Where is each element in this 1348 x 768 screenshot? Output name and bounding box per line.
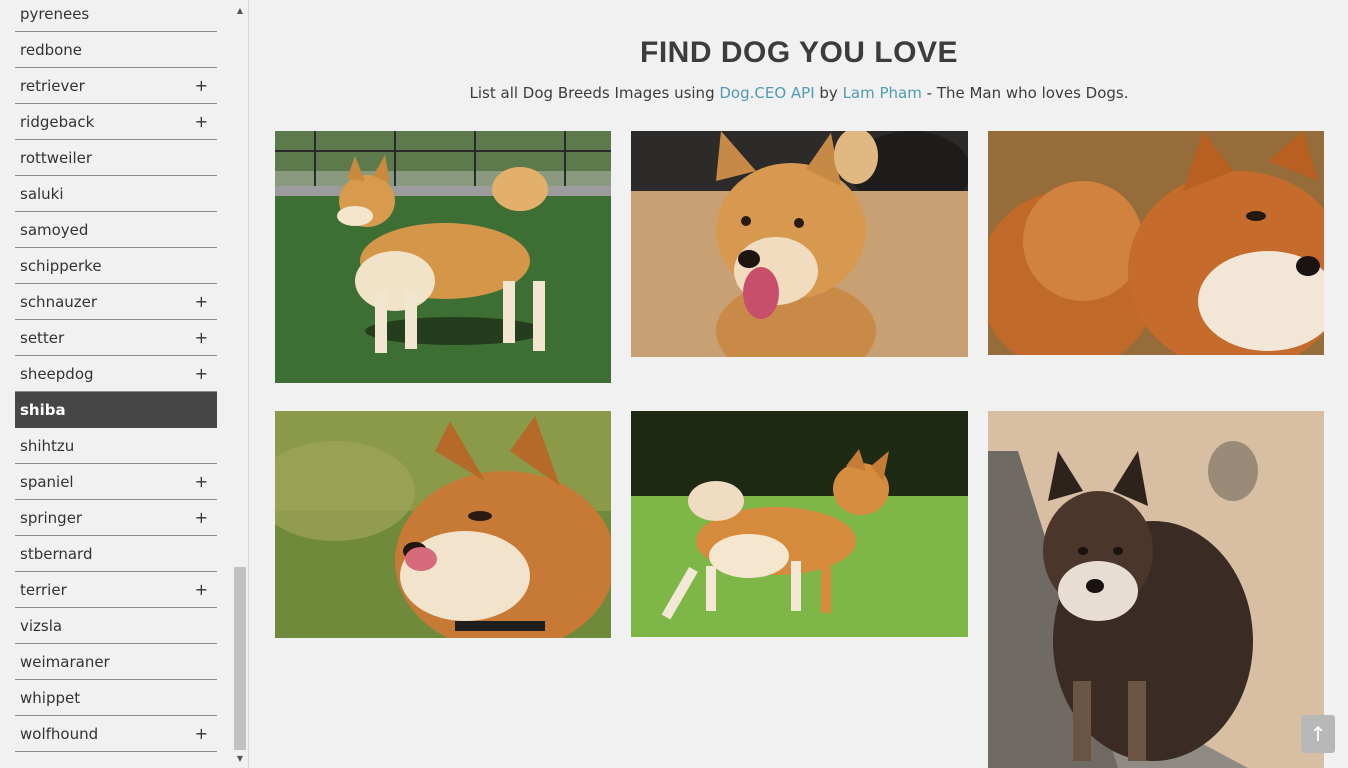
sidebar-item-stbernard[interactable]: stbernard: [15, 536, 217, 572]
sidebar-item-label: redbone: [20, 40, 83, 59]
sidebar-item-label: schipperke: [20, 256, 102, 275]
sidebar-item-retriever[interactable]: retriever +: [15, 68, 217, 104]
sidebar-item-label: schnauzer: [20, 292, 98, 311]
sidebar-item-schnauzer[interactable]: schnauzer +: [15, 284, 217, 320]
shiba-photo-5[interactable]: [631, 411, 968, 637]
sidebar-item-label: ridgeback: [20, 112, 95, 131]
sidebar-item-whippet[interactable]: whippet: [15, 680, 217, 716]
dog-ceo-api-link[interactable]: Dog.CEO API: [719, 84, 814, 102]
shiba-photo-1[interactable]: [275, 131, 611, 383]
sidebar-item-shiba[interactable]: shiba: [15, 392, 217, 428]
scrollbar-thumb[interactable]: [234, 567, 246, 750]
shiba-photo-2[interactable]: [631, 131, 968, 357]
page-title: FIND DOG YOU LOVE: [640, 36, 958, 69]
sidebar-item-label: sheepdog: [20, 364, 94, 383]
sidebar-item-label: wolfhound: [20, 724, 99, 743]
author-link[interactable]: Lam Pham: [843, 84, 922, 102]
sidebar-item-spaniel[interactable]: spaniel +: [15, 464, 217, 500]
subtitle-prefix: List all Dog Breeds Images using: [469, 84, 720, 102]
sidebar-item-label: retriever: [20, 76, 85, 95]
sidebar-item-saluki[interactable]: saluki: [15, 176, 217, 212]
expand-plus-icon[interactable]: +: [195, 509, 208, 526]
expand-plus-icon[interactable]: +: [195, 365, 208, 382]
sidebar-item-rottweiler[interactable]: rottweiler: [15, 140, 217, 176]
shiba-photo-4[interactable]: [275, 411, 611, 638]
sidebar-item-shihtzu[interactable]: shihtzu: [15, 428, 217, 464]
sidebar-item-label: terrier: [20, 580, 67, 599]
sidebar-item-label: whippet: [20, 688, 81, 707]
scroll-down-arrow-icon[interactable]: ▼: [232, 750, 248, 766]
expand-plus-icon[interactable]: +: [195, 581, 208, 598]
page-subtitle: List all Dog Breeds Images using Dog.CEO…: [250, 84, 1348, 102]
expand-plus-icon[interactable]: +: [195, 77, 208, 94]
sidebar-item-samoyed[interactable]: samoyed: [15, 212, 217, 248]
sidebar-item-springer[interactable]: springer +: [15, 500, 217, 536]
sidebar-item-label: spaniel: [20, 472, 74, 491]
sidebar-item-setter[interactable]: setter +: [15, 320, 217, 356]
sidebar-item-label: pyrenees: [20, 4, 90, 23]
breed-list: pyrenees redbone retriever + ridgeback + rottw…: [15, 0, 217, 752]
shiba-photo-6[interactable]: [988, 411, 1324, 768]
sidebar-item-label: shiba: [20, 400, 66, 419]
sidebar-item-label: setter: [20, 328, 65, 347]
subtitle-by: by: [814, 84, 843, 102]
sidebar-item-pyrenees[interactable]: pyrenees: [15, 0, 217, 32]
sidebar-item-label: weimaraner: [20, 652, 110, 671]
sidebar-item-label: stbernard: [20, 544, 93, 563]
sidebar-scrollbar[interactable]: ▲ ▼: [232, 0, 248, 768]
expand-plus-icon[interactable]: +: [195, 113, 208, 130]
expand-plus-icon[interactable]: +: [195, 329, 208, 346]
expand-plus-icon[interactable]: +: [195, 725, 208, 742]
subtitle-suffix: - The Man who loves Dogs.: [921, 84, 1129, 102]
sidebar-item-label: rottweiler: [20, 148, 93, 167]
sidebar-item-label: samoyed: [20, 220, 89, 239]
scroll-up-arrow-icon[interactable]: ▲: [232, 2, 248, 18]
sidebar-item-wolfhound[interactable]: wolfhound +: [15, 716, 217, 752]
expand-plus-icon[interactable]: +: [195, 293, 208, 310]
sidebar-item-label: shihtzu: [20, 436, 75, 455]
sidebar-item-label: vizsla: [20, 616, 63, 635]
sidebar-item-redbone[interactable]: redbone: [15, 32, 217, 68]
expand-plus-icon[interactable]: +: [195, 473, 208, 490]
sidebar-item-label: springer: [20, 508, 83, 527]
sidebar-item-label: saluki: [20, 184, 64, 203]
sidebar-item-terrier[interactable]: terrier +: [15, 572, 217, 608]
sidebar-item-sheepdog[interactable]: sheepdog +: [15, 356, 217, 392]
arrow-up-icon: ↑: [1309, 722, 1327, 746]
back-to-top-button[interactable]: ↑: [1301, 715, 1335, 753]
breed-sidebar: pyrenees redbone retriever + ridgeback + rottw…: [0, 0, 249, 768]
shiba-photo-3[interactable]: [988, 131, 1324, 355]
sidebar-item-ridgeback[interactable]: ridgeback +: [15, 104, 217, 140]
sidebar-item-vizsla[interactable]: vizsla: [15, 608, 217, 644]
sidebar-item-schipperke[interactable]: schipperke: [15, 248, 217, 284]
sidebar-item-weimaraner[interactable]: weimaraner: [15, 644, 217, 680]
